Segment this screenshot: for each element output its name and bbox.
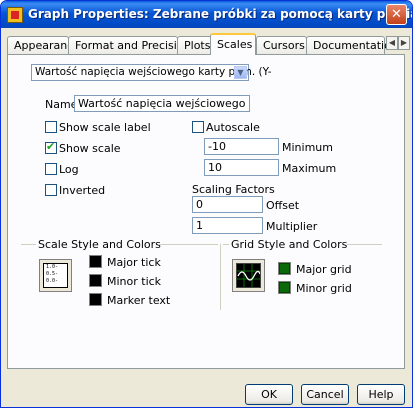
autoscale-checkbox[interactable] — [192, 121, 204, 133]
tab-cursors[interactable]: Cursors — [256, 36, 307, 54]
tab-scroll-left-icon[interactable]: ◀ — [386, 36, 398, 50]
scale-style-divider-right — [158, 244, 218, 245]
inverted-checkbox[interactable] — [45, 184, 57, 196]
grid-wave-icon — [237, 264, 261, 287]
marker-text-color-swatch[interactable] — [89, 293, 102, 306]
major-tick-label: Major tick — [107, 256, 161, 269]
inverted-label: Inverted — [59, 184, 106, 197]
minor-tick-color-swatch[interactable] — [89, 274, 102, 287]
show-scale-label-checkbox[interactable] — [45, 121, 57, 133]
tab-appearance[interactable]: Appearance — [7, 36, 80, 54]
log-checkbox[interactable] — [45, 163, 57, 175]
app-icon — [7, 7, 23, 23]
offset-label: Offset — [266, 199, 300, 212]
graph-properties-dialog: Graph Properties: Zebrane próbki za pomo… — [0, 0, 413, 408]
scale-style-icon[interactable]: 1.0- 0.5- 0.0- — [39, 259, 72, 292]
maximum-field[interactable]: 10 — [204, 159, 279, 176]
ok-button[interactable]: OK — [245, 384, 293, 405]
scale-tick-label: 0.5- — [46, 271, 59, 277]
scale-style-title: Scale Style and Colors — [38, 238, 161, 251]
minimum-field[interactable]: -10 — [204, 138, 279, 155]
tab-scroll-right-icon[interactable]: ▶ — [398, 36, 410, 50]
scale-selector[interactable]: Wartość napięcia wejściowego karty pom. … — [31, 64, 272, 81]
scale-tick-label: 1.0- — [46, 264, 59, 270]
show-scale-label: Show scale — [59, 142, 121, 155]
grid-style-divider-right — [347, 244, 382, 245]
log-label: Log — [59, 163, 79, 176]
minor-grid-color-swatch[interactable] — [278, 281, 291, 294]
major-grid-label: Major grid — [296, 263, 352, 276]
tab-format-and-precision[interactable]: Format and Precision — [68, 36, 191, 54]
show-scale-checkbox[interactable] — [45, 140, 57, 154]
close-button[interactable]: ✕ — [386, 4, 407, 25]
show-scale-label-label: Show scale label — [59, 121, 151, 134]
tab-documentation[interactable]: Documentation — [306, 36, 398, 54]
scale-style-preview: 1.0- 0.5- 0.0- — [43, 263, 68, 288]
multiplier-field[interactable]: 1 — [192, 217, 263, 234]
major-tick-color-swatch[interactable] — [89, 255, 102, 268]
grid-style-title: Grid Style and Colors — [231, 238, 348, 251]
cancel-button[interactable]: Cancel — [301, 384, 349, 405]
minimum-label: Minimum — [282, 141, 333, 154]
autoscale-label: Autoscale — [206, 121, 260, 134]
title-bar[interactable]: Graph Properties: Zebrane próbki za pomo… — [1, 1, 412, 28]
offset-field[interactable]: 0 — [192, 196, 263, 213]
scale-style-divider-left — [21, 244, 36, 245]
major-grid-color-swatch[interactable] — [278, 262, 291, 275]
minor-tick-label: Minor tick — [107, 275, 162, 288]
marker-text-label: Marker text — [107, 294, 171, 307]
scale-tick-label: 0.0- — [46, 278, 59, 284]
window-title: Graph Properties: Zebrane próbki za pomo… — [28, 7, 412, 21]
tab-plots[interactable]: Plots — [177, 36, 212, 54]
tab-scales[interactable]: Scales — [210, 33, 256, 55]
name-label: Name — [45, 98, 78, 111]
scaling-factors-title: Scaling Factors — [192, 183, 275, 196]
grid-style-icon[interactable] — [232, 259, 265, 292]
grid-style-preview — [236, 263, 261, 288]
group-separator — [220, 244, 221, 310]
grid-style-divider-left — [223, 244, 229, 245]
multiplier-label: Multiplier — [266, 220, 318, 233]
maximum-label: Maximum — [282, 162, 337, 175]
minor-grid-label: Minor grid — [296, 282, 352, 295]
chevron-down-icon[interactable]: ▼ — [234, 66, 247, 79]
name-field[interactable]: Wartość napięcia wejściowego karty pom. — [74, 95, 250, 112]
help-button[interactable]: Help — [357, 384, 405, 405]
